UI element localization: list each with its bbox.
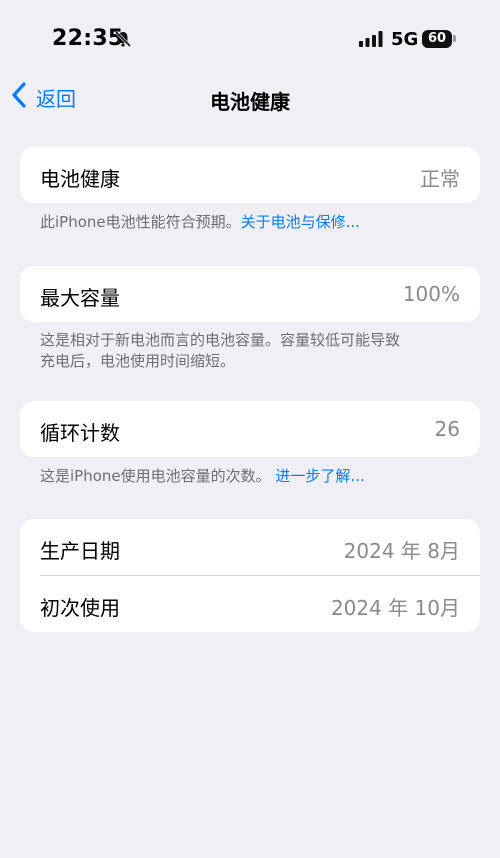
battery-health-footnote: 此iPhone电池性能符合预期。关于电池与保修... [40, 212, 460, 233]
dates-card: 生产日期 2024 年 8月 初次使用 2024 年 10月 [20, 519, 480, 632]
first-use-label: 初次使用 [40, 596, 120, 620]
battery-health-card: 电池健康 正常 [20, 147, 480, 203]
max-capacity-footnote-line1: 这是相对于新电池而言的电池容量。容量较低可能导致 [40, 331, 401, 349]
max-capacity-row: 最大容量 100% [20, 266, 480, 322]
first-use-row: 初次使用 2024 年 10月 [20, 576, 480, 632]
cellular-signal-icon [359, 31, 383, 47]
learn-more-link[interactable]: 进一步了解... [275, 467, 364, 485]
max-capacity-card: 最大容量 100% [20, 266, 480, 322]
status-bar: 22:35 5G 60 [0, 0, 500, 80]
battery-icon: 60 [422, 30, 452, 48]
page-title: 电池健康 [210, 90, 290, 114]
battery-warranty-link[interactable]: 关于电池与保修... [241, 213, 360, 231]
battery-health-label: 电池健康 [40, 167, 120, 191]
cycle-count-footnote-text: 这是iPhone使用电池容量的次数。 [40, 467, 271, 485]
cycle-count-label: 循环计数 [40, 421, 120, 445]
navigation-bar: 返回 电池健康 [0, 70, 500, 126]
battery-health-footnote-text: 此iPhone电池性能符合预期。 [40, 213, 241, 231]
cycle-count-value: 26 [434, 417, 460, 441]
max-capacity-value: 100% [402, 282, 460, 306]
cycle-count-card: 循环计数 26 [20, 401, 480, 457]
cycle-count-row: 循环计数 26 [20, 401, 480, 457]
bell-muted-icon [114, 30, 132, 48]
manufacture-date-label: 生产日期 [40, 539, 120, 563]
status-time: 22:35 [52, 26, 124, 51]
battery-health-value: 正常 [420, 167, 460, 191]
battery-health-row: 电池健康 正常 [20, 147, 480, 203]
battery-cap [453, 35, 456, 42]
max-capacity-footnote-line2: 充电后，电池使用时间缩短。 [40, 352, 236, 370]
cycle-count-footnote: 这是iPhone使用电池容量的次数。 进一步了解... [40, 466, 460, 487]
network-type: 5G [391, 29, 419, 50]
max-capacity-label: 最大容量 [40, 286, 120, 310]
manufacture-date-value: 2024 年 8月 [343, 539, 460, 563]
max-capacity-footnote: 这是相对于新电池而言的电池容量。容量较低可能导致 充电后，电池使用时间缩短。 [40, 330, 460, 372]
first-use-value: 2024 年 10月 [330, 596, 460, 620]
manufacture-date-row: 生产日期 2024 年 8月 [20, 519, 480, 575]
